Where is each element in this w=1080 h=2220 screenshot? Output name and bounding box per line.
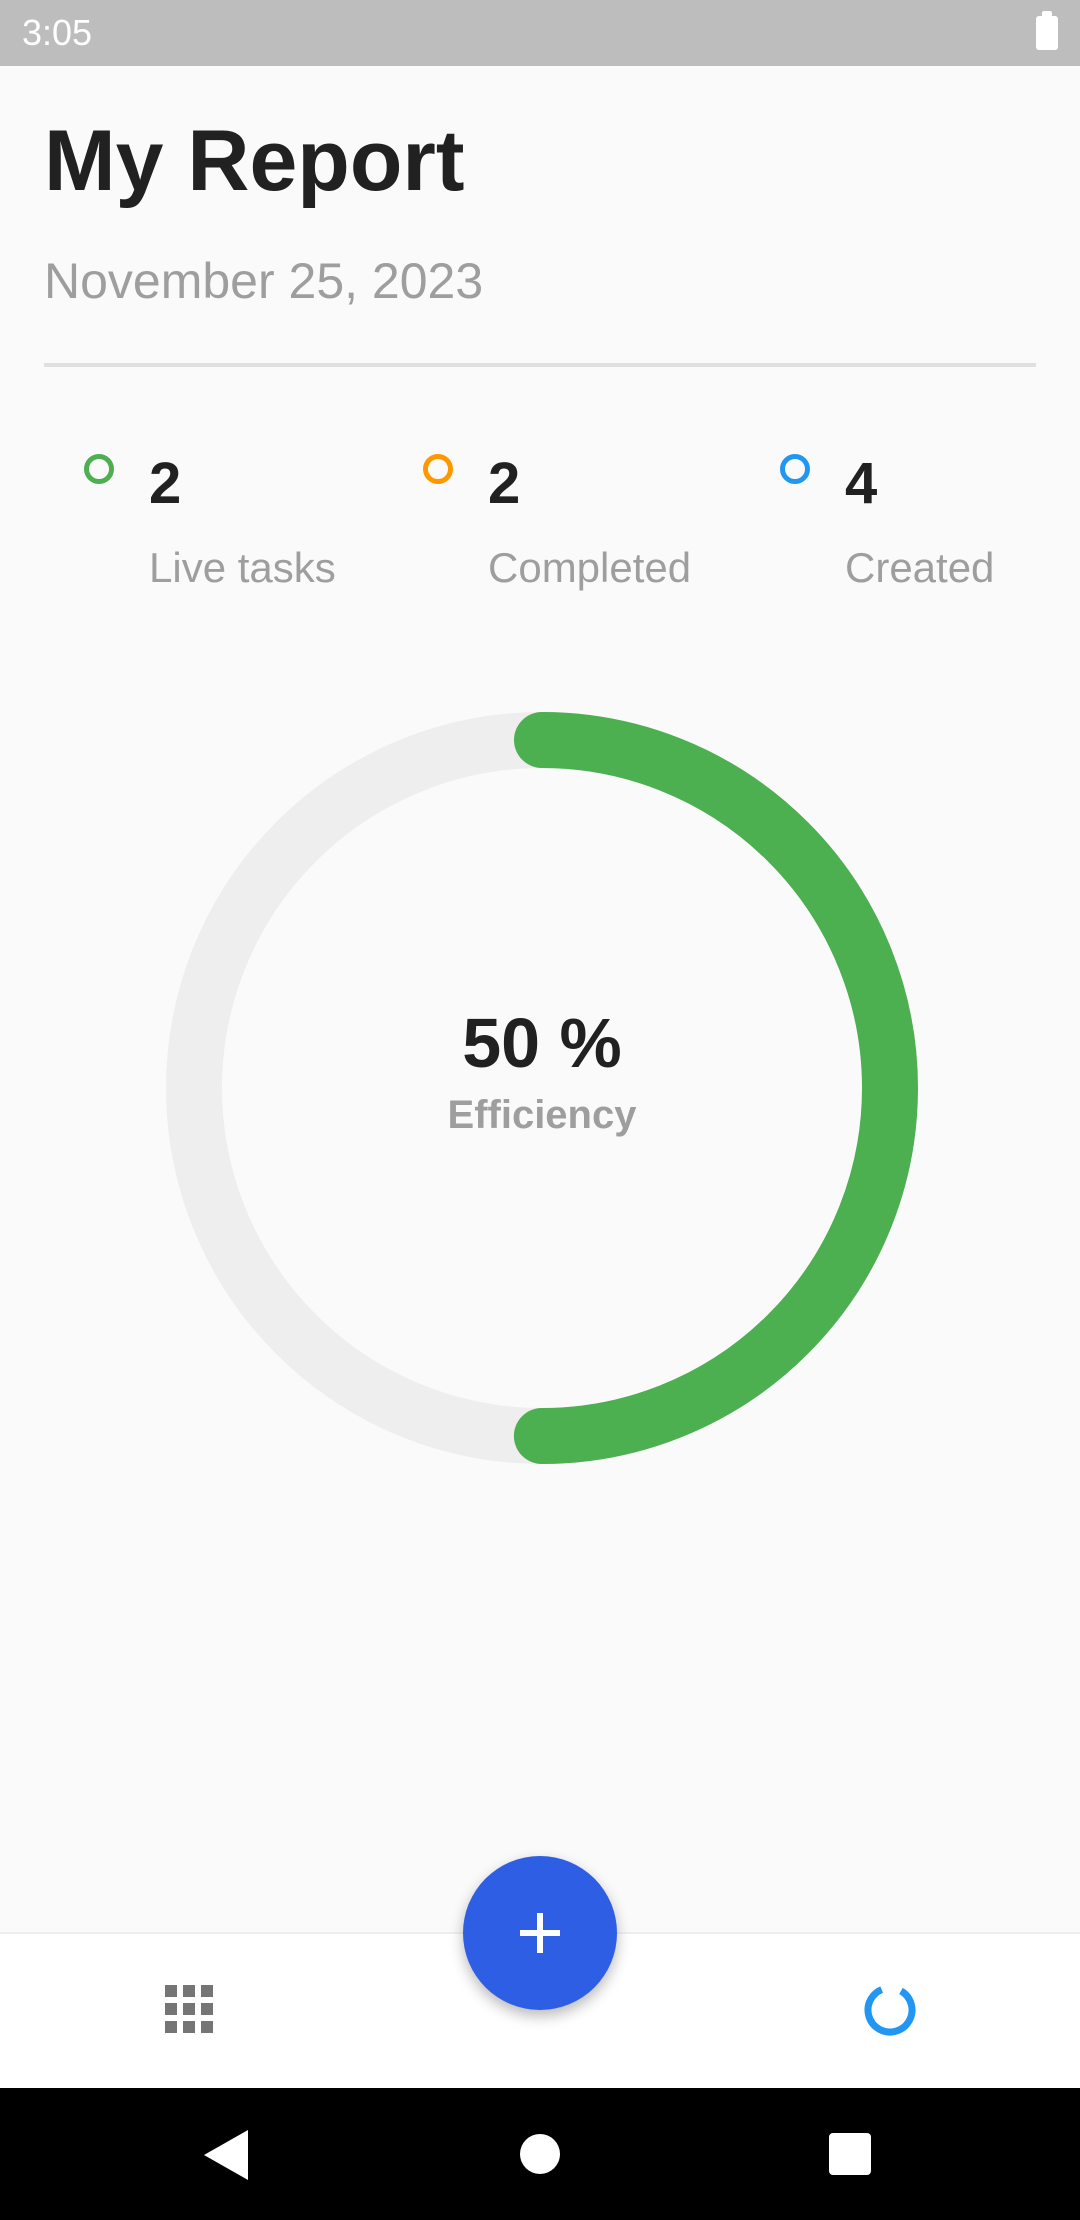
plus-icon [520, 1913, 560, 1953]
stat-label: Live tasks [149, 544, 336, 591]
efficiency-label: Efficiency [447, 1092, 637, 1137]
back-icon[interactable] [204, 2130, 248, 2180]
recents-icon[interactable] [829, 2133, 871, 2175]
system-navigation-bar [0, 2088, 1080, 2220]
page-title: My Report [44, 113, 465, 209]
completed-dot-icon [423, 454, 453, 484]
stat-value: 2 [149, 451, 182, 516]
add-task-button[interactable] [463, 1856, 617, 2010]
stat-value: 2 [488, 451, 521, 516]
status-time: 3:05 [22, 12, 93, 53]
header-divider [44, 363, 1036, 367]
report-date: November 25, 2023 [44, 253, 484, 309]
live-tasks-dot-icon [84, 454, 114, 484]
donut-chart-icon[interactable] [862, 1982, 918, 2038]
stat-label: Created [845, 544, 995, 591]
efficiency-ring: 50 % Efficiency [164, 710, 920, 1466]
efficiency-percent: 50 % [462, 1003, 622, 1082]
ring-center: 50 % Efficiency [164, 710, 920, 1466]
stat-label: Completed [488, 544, 692, 591]
stat-value: 4 [845, 451, 878, 516]
grid-icon[interactable] [165, 1985, 213, 2033]
status-bar: 3:05 [0, 0, 1080, 66]
home-icon[interactable] [520, 2134, 560, 2174]
battery-icon [1036, 11, 1058, 50]
created-dot-icon [780, 454, 810, 484]
